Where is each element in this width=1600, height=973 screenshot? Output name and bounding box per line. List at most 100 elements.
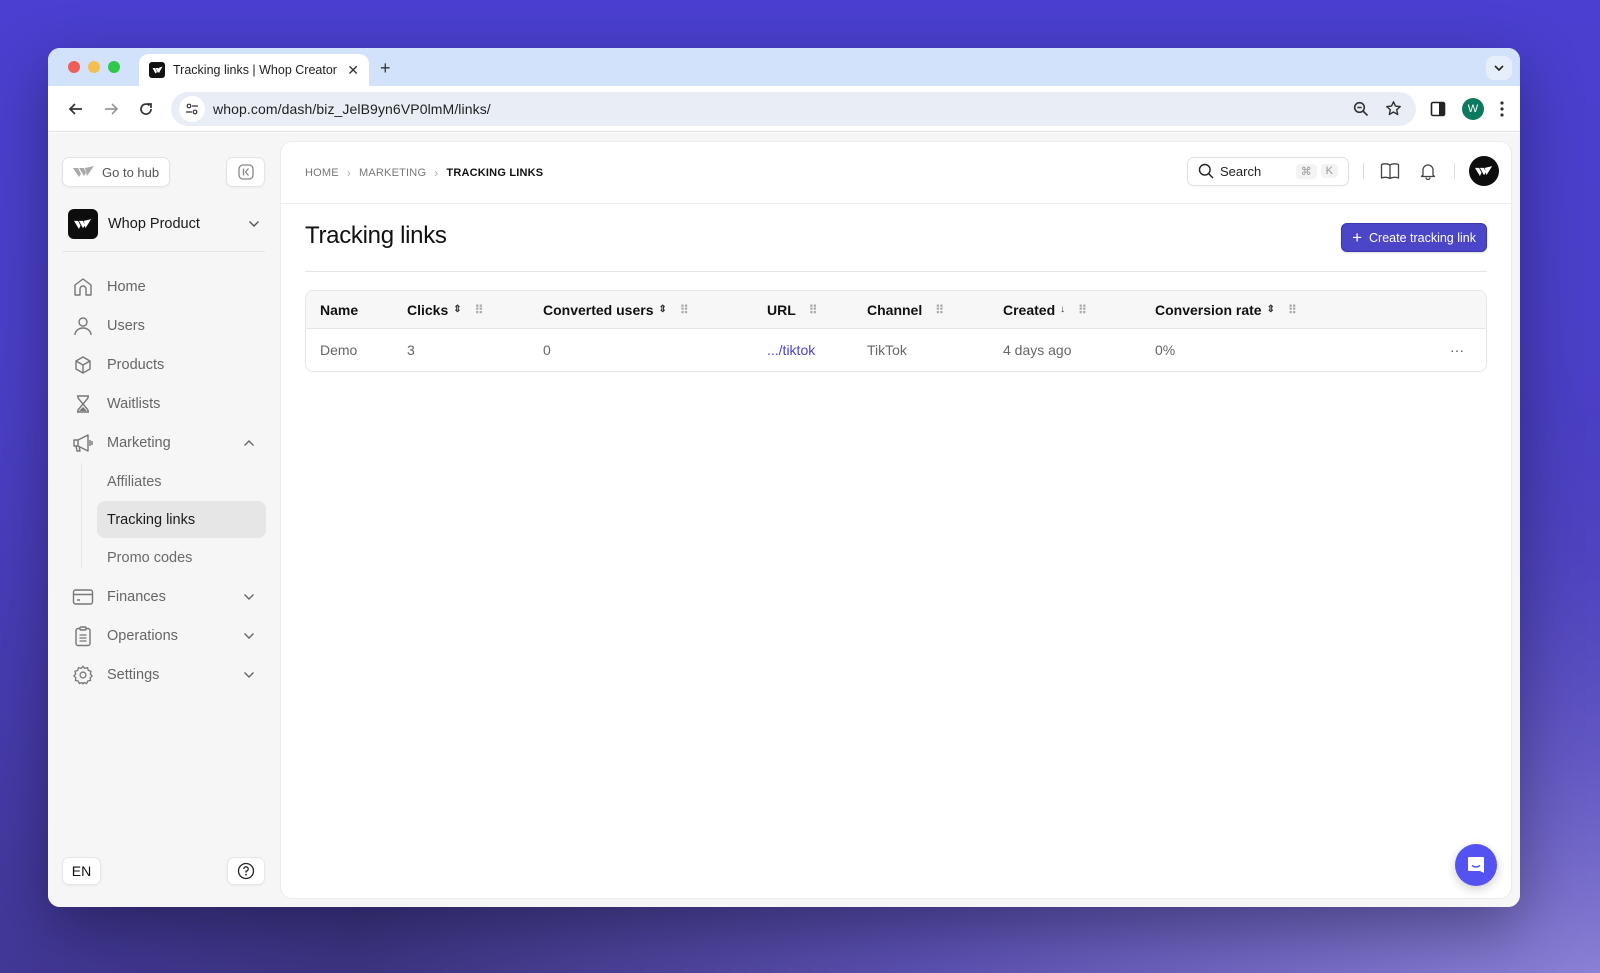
column-header-channel[interactable]: Channel ⠿	[867, 301, 944, 318]
chat-icon	[1468, 857, 1484, 873]
cell-converted-users: 0	[543, 342, 551, 358]
page-header: Tracking links + Create tracking link	[305, 204, 1487, 272]
drag-handle-icon[interactable]: ⠿	[475, 303, 484, 317]
table-row[interactable]: Demo 3 0 .../tiktok TikTok 4 days ago 0%…	[306, 329, 1486, 371]
notifications-button[interactable]	[1416, 159, 1440, 183]
support-chat-button[interactable]	[1455, 844, 1497, 886]
column-header-created[interactable]: Created ↓ ⠿	[1003, 301, 1087, 318]
drag-handle-icon[interactable]: ⠿	[809, 303, 818, 317]
tab-search-chevron-icon[interactable]	[1486, 56, 1512, 80]
collapse-sidebar-button[interactable]	[226, 157, 265, 187]
column-label: Clicks	[407, 301, 449, 318]
new-tab-button[interactable]: +	[380, 58, 391, 79]
column-header-url[interactable]: URL ⠿	[767, 301, 818, 318]
cell-created: 4 days ago	[1003, 342, 1072, 358]
sidebar-divider	[62, 251, 265, 252]
zoom-out-icon[interactable]	[1353, 101, 1369, 117]
maximize-window-button[interactable]	[108, 61, 120, 73]
column-label: Created	[1003, 301, 1056, 318]
sidebar-item-products[interactable]: Products	[62, 345, 266, 384]
sidebar-item-users[interactable]: Users	[62, 306, 266, 345]
sidebar-item-marketing[interactable]: Marketing	[62, 423, 266, 462]
browser-profile-avatar[interactable]: W	[1462, 97, 1484, 120]
docs-button[interactable]	[1378, 159, 1402, 183]
column-label: Channel	[867, 301, 923, 318]
minimize-window-button[interactable]	[88, 61, 100, 73]
language-button[interactable]: EN	[62, 857, 101, 885]
address-bar[interactable]: whop.com/dash/biz_JelB9yn6VP0lmM/links/	[171, 91, 1416, 126]
sidebar-item-label: Users	[107, 317, 145, 334]
kebab-menu-icon[interactable]	[1500, 100, 1504, 117]
shortcut-cmd: ⌘	[1295, 163, 1317, 179]
drag-handle-icon[interactable]: ⠿	[1288, 303, 1297, 317]
go-to-hub-button[interactable]: Go to hub	[62, 157, 171, 187]
url-text[interactable]: whop.com/dash/biz_JelB9yn6VP0lmM/links/	[213, 101, 1353, 117]
breadcrumb-marketing[interactable]: MARKETING	[359, 167, 426, 179]
column-label: Name	[320, 301, 359, 318]
megaphone-icon	[72, 432, 94, 454]
tab-title: Tracking links | Whop Creator	[173, 63, 337, 77]
bookmark-star-icon[interactable]	[1385, 100, 1402, 117]
sidebar-item-label: Marketing	[107, 434, 171, 451]
sort-icon[interactable]: ⇕	[453, 304, 461, 315]
column-header-clicks[interactable]: Clicks ⇕ ⠿	[407, 301, 484, 318]
column-header-converted-users[interactable]: Converted users ⇕ ⠿	[543, 302, 689, 318]
marketing-subnav: Affiliates Tracking links Promo codes	[62, 463, 266, 576]
breadcrumb-separator-icon: ›	[346, 166, 352, 180]
business-logo-icon	[68, 209, 98, 239]
side-panel-icon[interactable]	[1430, 101, 1446, 117]
app-container: Go to hub Whop Product Home Users Produc…	[48, 133, 1520, 907]
close-window-button[interactable]	[68, 61, 80, 73]
column-label: URL	[767, 301, 796, 318]
divider	[1454, 163, 1455, 179]
sort-icon[interactable]: ⇕	[1267, 304, 1275, 315]
bell-icon	[1420, 164, 1436, 180]
user-avatar[interactable]	[1469, 156, 1499, 186]
sidebar-item-home[interactable]: Home	[62, 267, 266, 306]
sidebar-nav: Home Users Products Waitlists Marketing	[62, 267, 266, 694]
back-button[interactable]	[60, 93, 92, 125]
sidebar-subitem-tracking-links[interactable]: Tracking links	[97, 501, 266, 538]
sidebar-item-settings[interactable]: Settings	[62, 655, 266, 694]
column-header-name[interactable]: Name	[320, 302, 358, 318]
site-settings-icon[interactable]	[179, 95, 205, 122]
user-icon	[72, 315, 94, 337]
cell-url-link[interactable]: .../tiktok	[767, 342, 815, 358]
business-switcher[interactable]: Whop Product	[68, 209, 260, 239]
divider	[1363, 163, 1364, 179]
row-more-options-icon[interactable]: ···	[1450, 342, 1464, 358]
drag-handle-icon[interactable]: ⠿	[1078, 303, 1087, 317]
breadcrumb-home[interactable]: HOME	[305, 167, 339, 179]
business-name: Whop Product	[108, 216, 200, 232]
whop-logo-icon	[73, 166, 94, 177]
browser-tab-active[interactable]: Tracking links | Whop Creator ✕	[139, 54, 369, 86]
sort-descending-icon[interactable]: ↓	[1060, 304, 1065, 315]
breadcrumb-current: TRACKING LINKS	[446, 167, 544, 179]
drag-handle-icon[interactable]: ⠿	[680, 303, 689, 317]
sidebar-subitem-promo-codes[interactable]: Promo codes	[97, 539, 266, 576]
sidebar-item-waitlists[interactable]: Waitlists	[62, 384, 266, 423]
create-tracking-link-button[interactable]: + Create tracking link	[1341, 223, 1487, 252]
sidebar-item-label: Finances	[107, 588, 166, 605]
sidebar-item-label: Operations	[107, 627, 178, 644]
sort-icon[interactable]: ⇕	[658, 304, 666, 315]
help-button[interactable]	[227, 857, 265, 885]
chevron-down-icon	[249, 221, 259, 227]
tab-strip: Tracking links | Whop Creator ✕ +	[48, 48, 1520, 86]
sidebar-subitem-affiliates[interactable]: Affiliates	[97, 463, 266, 500]
column-header-conversion-rate[interactable]: Conversion rate ⇕ ⠿	[1155, 302, 1297, 318]
drag-handle-icon[interactable]: ⠿	[935, 303, 944, 317]
search-button[interactable]: Search ⌘ K	[1187, 156, 1349, 186]
sidebar-item-operations[interactable]: Operations	[62, 616, 266, 655]
forward-button[interactable]	[95, 93, 127, 125]
close-tab-icon[interactable]: ✕	[347, 62, 359, 79]
tracking-links-table: Name Clicks ⇕ ⠿ Converted users ⇕ ⠿ URL	[305, 290, 1487, 372]
book-icon	[1380, 163, 1400, 180]
whop-favicon-icon	[149, 62, 165, 78]
sidebar-item-finances[interactable]: Finances	[62, 577, 266, 616]
sidebar-item-label: Home	[107, 278, 146, 295]
back-arrow-icon	[68, 102, 82, 115]
sidebar-item-label: Waitlists	[107, 395, 161, 412]
reload-button[interactable]	[130, 93, 162, 125]
search-icon	[1198, 163, 1214, 179]
